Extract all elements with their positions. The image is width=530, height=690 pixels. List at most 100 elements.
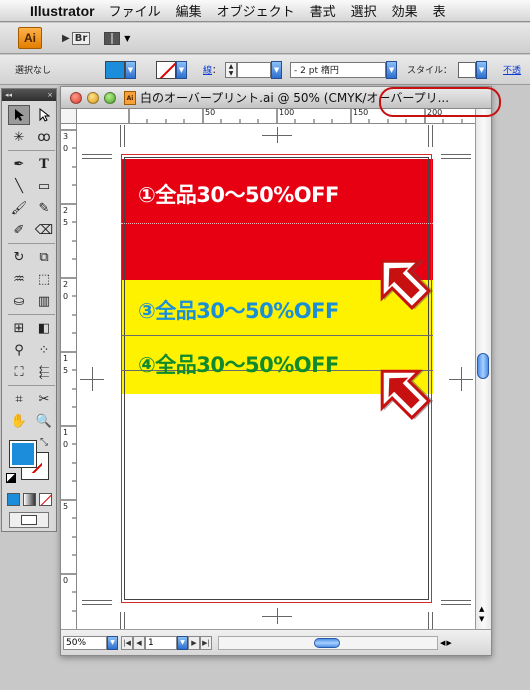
artboard-dropdown-icon[interactable]: ▼ bbox=[177, 635, 188, 650]
pen-tool-icon[interactable]: ✒ bbox=[8, 154, 30, 174]
fill-color-swatch[interactable] bbox=[9, 440, 37, 468]
symbol-sprayer-tool-icon[interactable]: ⛀ bbox=[8, 291, 30, 311]
gradient-tool-icon[interactable]: ◧ bbox=[33, 318, 55, 338]
mesh-tool-icon[interactable]: ⊞ bbox=[8, 318, 30, 338]
direct-selection-tool-icon[interactable] bbox=[33, 105, 55, 125]
fill-dropdown-icon[interactable]: ▼ bbox=[125, 60, 136, 79]
scroll-left-icon[interactable]: ◀ bbox=[440, 639, 445, 647]
crop-mark bbox=[124, 125, 125, 147]
crop-mark bbox=[441, 158, 471, 159]
column-graph-tool-icon[interactable]: ▥ bbox=[33, 291, 55, 311]
next-artboard-icon[interactable]: ▶ bbox=[188, 635, 200, 650]
hand-tool-icon[interactable]: ✋ bbox=[8, 411, 30, 431]
magic-wand-tool-icon[interactable]: ✳ bbox=[8, 127, 30, 147]
stroke-weight-stepper[interactable]: ▲ ▼ bbox=[225, 61, 238, 78]
menu-view[interactable]: 表 bbox=[433, 1, 446, 20]
color-mode-icon[interactable] bbox=[7, 493, 20, 506]
style-dropdown-icon[interactable]: ▼ bbox=[476, 60, 488, 79]
minimize-window-icon[interactable] bbox=[87, 91, 99, 104]
previous-artboard-icon[interactable]: ◀ bbox=[133, 635, 145, 650]
scroll-up-icon[interactable]: ▲ bbox=[479, 605, 484, 613]
live-paint-selection-tool-icon[interactable]: ⬱ bbox=[33, 362, 55, 382]
crop-mark bbox=[432, 612, 433, 629]
none-mode-icon[interactable] bbox=[39, 493, 52, 506]
scroll-down-icon[interactable]: ▼ bbox=[479, 615, 484, 623]
stroke-weight-dropdown-icon[interactable]: ▼ bbox=[271, 60, 283, 79]
ruler-label: 0 bbox=[63, 292, 69, 301]
warp-tool-icon[interactable]: ♒ bbox=[8, 269, 30, 289]
stroke-link[interactable]: 線 bbox=[203, 63, 212, 76]
eraser-tool-icon[interactable]: ⌫ bbox=[33, 220, 55, 240]
default-colors-icon[interactable] bbox=[6, 473, 16, 483]
app-menu[interactable]: Illustrator bbox=[30, 3, 95, 19]
stroke-dropdown-icon[interactable]: ▼ bbox=[176, 60, 187, 79]
stroke-swatch[interactable] bbox=[156, 60, 176, 79]
tool-grid: ✳ ꝏ ✒ T ╲ ▭ 🖌 ✎ ✐ ⌫ ↻ ⧉ ♒ ⬚ ⛀ ▥ ⊞ ◧ ⚲ ⁘ … bbox=[2, 101, 56, 431]
rotate-tool-icon[interactable]: ↻ bbox=[8, 247, 30, 267]
sale-text-1[interactable]: ①全品30〜50%OFF bbox=[138, 179, 339, 209]
live-paint-tool-icon[interactable]: ⛶ bbox=[8, 362, 30, 382]
paintbrush-tool-icon[interactable]: 🖌 bbox=[8, 198, 30, 218]
collapse-icon[interactable]: ◂◂ bbox=[5, 91, 12, 99]
ruler-label: 0 bbox=[63, 576, 69, 585]
horizontal-scrollbar[interactable] bbox=[218, 635, 438, 650]
scroll-right-icon[interactable]: ▶ bbox=[446, 639, 451, 647]
selection-tool-icon[interactable] bbox=[8, 105, 30, 125]
text-frame-guide bbox=[121, 335, 433, 336]
line-tool-icon[interactable]: ╲ bbox=[8, 176, 30, 196]
blend-tool-icon[interactable]: ⁘ bbox=[33, 340, 55, 360]
zoom-tool-icon[interactable]: 🔍 bbox=[33, 411, 55, 431]
zoom-field[interactable]: 50% bbox=[63, 635, 107, 650]
brush-dropdown-icon[interactable]: ▼ bbox=[386, 60, 398, 79]
fill-swatch[interactable] bbox=[105, 60, 125, 79]
artboard-number-field[interactable]: 1 bbox=[145, 635, 177, 650]
close-icon[interactable]: × bbox=[47, 91, 53, 99]
sale-text-4[interactable]: ④全品30〜50%OFF bbox=[138, 349, 339, 379]
menu-type[interactable]: 書式 bbox=[310, 1, 336, 20]
go-to-bridge-button[interactable]: ▶ Br bbox=[62, 31, 91, 45]
sale-text-3[interactable]: ③全品30〜50%OFF bbox=[138, 295, 339, 325]
vertical-scrollbar[interactable]: ▲ ▼ bbox=[475, 109, 491, 629]
color-mode-row bbox=[2, 493, 56, 506]
menu-effect[interactable]: 効果 bbox=[392, 1, 418, 20]
blob-brush-tool-icon[interactable]: ✐ bbox=[8, 220, 30, 240]
screen-mode-button[interactable] bbox=[9, 512, 49, 528]
opacity-link[interactable]: 不透 bbox=[503, 63, 521, 76]
type-tool-icon[interactable]: T bbox=[33, 154, 55, 174]
crop-mark bbox=[428, 125, 429, 147]
center-crop-mark bbox=[277, 608, 278, 624]
swap-fill-stroke-icon[interactable]: ⤡ bbox=[40, 437, 48, 448]
menu-file[interactable]: ファイル bbox=[109, 1, 161, 20]
zoom-window-icon[interactable] bbox=[104, 91, 116, 104]
zoom-dropdown-icon[interactable]: ▼ bbox=[107, 635, 118, 650]
vertical-ruler[interactable]: 3 0 2 5 2 0 1 5 1 0 5 0 bbox=[61, 124, 77, 629]
crop-area-tool-icon[interactable]: ⌗ bbox=[8, 389, 30, 409]
vertical-scroll-thumb[interactable] bbox=[477, 353, 489, 379]
menu-edit[interactable]: 編集 bbox=[176, 1, 202, 20]
rectangle-tool-icon[interactable]: ▭ bbox=[33, 176, 55, 196]
menu-select[interactable]: 選択 bbox=[351, 1, 377, 20]
eyedropper-tool-icon[interactable]: ⚲ bbox=[8, 340, 30, 360]
brush-definition-field[interactable]: - 2 pt 楕円 bbox=[290, 61, 387, 78]
arrange-documents-icon bbox=[104, 31, 121, 45]
style-swatch[interactable] bbox=[458, 61, 477, 78]
pencil-tool-icon[interactable]: ✎ bbox=[33, 198, 55, 218]
arrange-documents-button[interactable]: ▼ bbox=[104, 31, 130, 45]
artboard-canvas[interactable]: ①全品30〜50%OFF ③全品30〜50%OFF ④全品30〜50%OFF bbox=[78, 125, 475, 629]
control-panel: 選択なし ▼ ▼ 線 ： ▲ ▼ ▼ - 2 pt 楕円 ▼ スタイル： ▼ 不透 bbox=[0, 55, 530, 85]
lasso-tool-icon[interactable]: ꝏ bbox=[33, 127, 55, 147]
menu-object[interactable]: オブジェクト bbox=[217, 1, 295, 20]
style-label: スタイル： bbox=[407, 66, 453, 76]
free-transform-tool-icon[interactable]: ⬚ bbox=[33, 269, 55, 289]
scale-tool-icon[interactable]: ⧉ bbox=[33, 247, 55, 267]
horizontal-scroll-thumb[interactable] bbox=[314, 637, 340, 648]
slice-tool-icon[interactable]: ✂ bbox=[33, 389, 55, 409]
stroke-weight-field[interactable] bbox=[237, 61, 272, 78]
ruler-origin[interactable] bbox=[61, 109, 77, 124]
close-window-icon[interactable] bbox=[70, 91, 82, 104]
tools-panel-header[interactable]: ◂◂ × bbox=[2, 89, 56, 101]
screen-mode-icon bbox=[21, 515, 37, 525]
first-artboard-icon[interactable]: |◀ bbox=[121, 635, 133, 650]
last-artboard-icon[interactable]: ▶| bbox=[200, 635, 212, 650]
gradient-mode-icon[interactable] bbox=[23, 493, 36, 506]
